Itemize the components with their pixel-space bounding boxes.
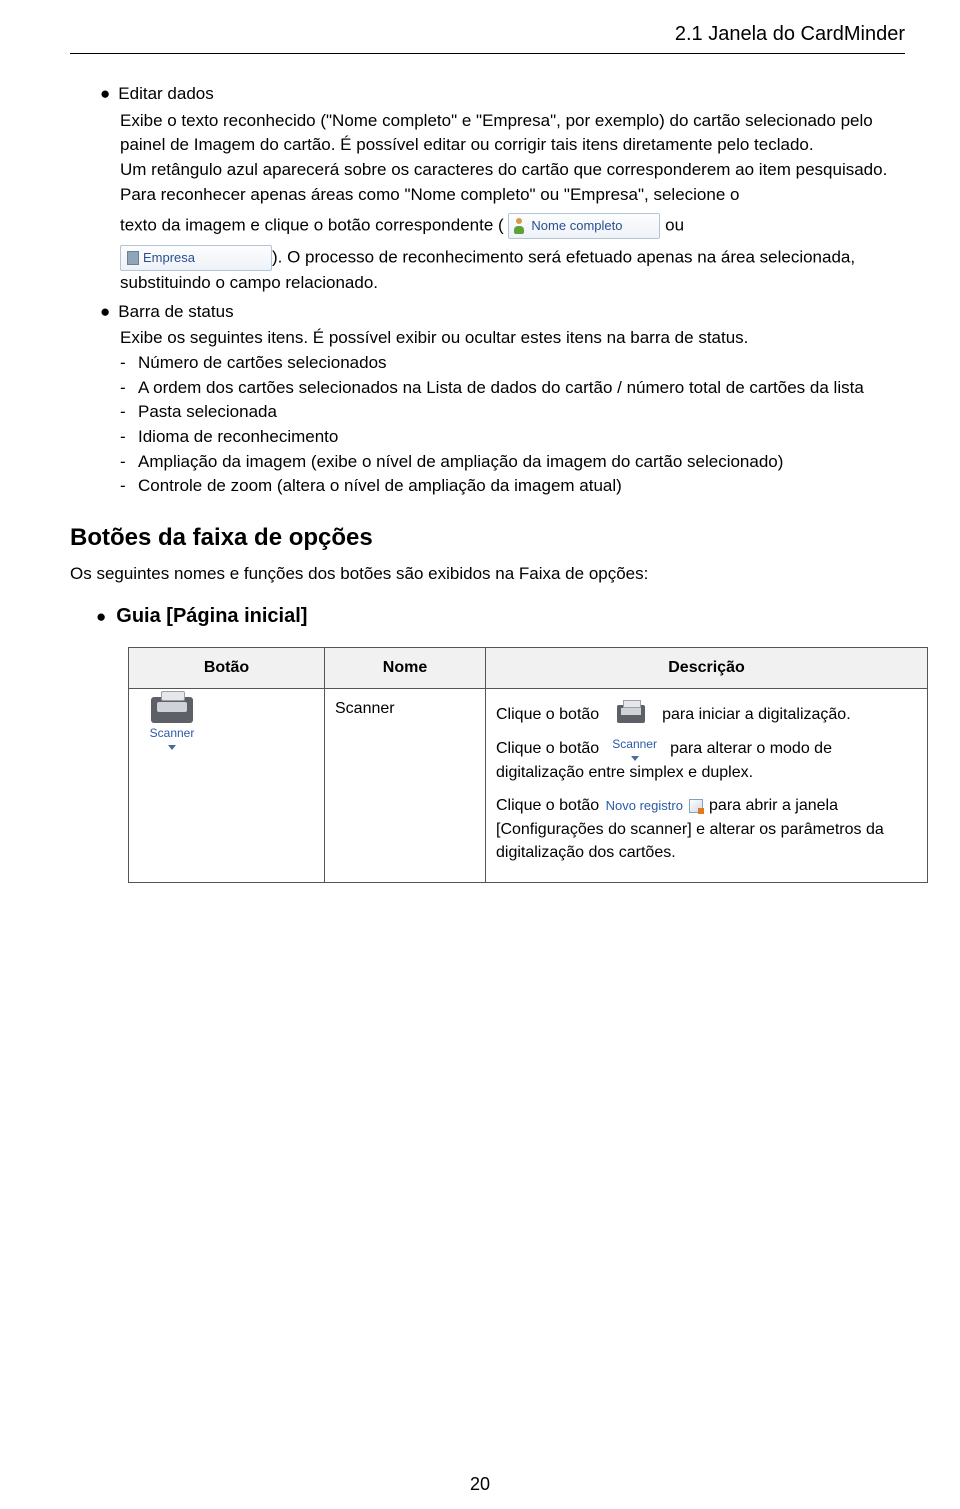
status-item-2: Pasta selecionada — [138, 400, 905, 425]
dash-icon: - — [120, 400, 138, 425]
scanner-dropdown-button[interactable]: Scanner — [604, 736, 666, 761]
bullet-icon: ● — [96, 605, 106, 630]
person-icon — [513, 218, 527, 234]
nome-completo-button[interactable]: Nome completo — [508, 213, 660, 239]
status-item-1: A ordem dos cartões selecionados na List… — [138, 376, 905, 401]
dialog-launcher-icon — [689, 799, 703, 813]
editar-p3b: texto da imagem e clique o botão corresp… — [120, 216, 504, 235]
scanner-label: Scanner — [150, 725, 195, 742]
section-header: 2.1 Janela do CardMinder — [70, 20, 905, 49]
dash-icon: - — [120, 425, 138, 450]
scanner-icon — [617, 705, 645, 723]
page-number: 20 — [0, 1471, 960, 1497]
empresa-button[interactable]: Empresa — [120, 245, 272, 271]
tab-pagina-inicial: Guia [Página inicial] — [116, 602, 307, 631]
status-intro: Exibe os seguintes itens. É possível exi… — [120, 326, 905, 351]
editar-p3a: Para reconhecer apenas áreas como "Nome … — [120, 183, 905, 208]
dash-icon: - — [120, 450, 138, 475]
row-nome: Scanner — [325, 688, 486, 882]
scanner-icon-button[interactable] — [604, 705, 658, 723]
d3a: Clique o botão — [496, 797, 604, 814]
ribbon-intro: Os seguintes nomes e funções dos botões … — [70, 562, 905, 587]
bullet-icon: ● — [100, 82, 110, 107]
bullet-icon: ● — [100, 300, 110, 325]
scanner-ribbon-button[interactable]: Scanner — [139, 697, 205, 750]
editar-dados-heading: Editar dados — [118, 82, 213, 107]
nome-completo-label: Nome completo — [531, 217, 622, 236]
th-nome: Nome — [325, 648, 486, 688]
novo-registro-button[interactable]: Novo registro — [604, 796, 705, 817]
scanner-icon — [151, 697, 193, 723]
editar-p1: Exibe o texto reconhecido ("Nome complet… — [120, 109, 905, 158]
status-item-5: Controle de zoom (altera o nível de ampl… — [138, 474, 905, 499]
status-item-4: Ampliação da imagem (exibe o nível de am… — [138, 450, 905, 475]
empresa-label: Empresa — [143, 249, 195, 268]
chevron-down-icon — [168, 745, 176, 750]
dash-icon: - — [120, 474, 138, 499]
d1b: para iniciar a digitalização. — [662, 706, 851, 723]
status-item-3: Idioma de reconhecimento — [138, 425, 905, 450]
table-row: Scanner Scanner Clique o botão para inic… — [129, 688, 928, 882]
chevron-down-icon — [631, 756, 639, 761]
d2a: Clique o botão — [496, 740, 604, 757]
ribbon-buttons-table: Botão Nome Descrição Scanner Scanner Cli… — [128, 647, 928, 883]
th-descricao: Descrição — [486, 648, 928, 688]
th-botao: Botão — [129, 648, 325, 688]
status-item-0: Número de cartões selecionados — [138, 351, 905, 376]
d1a: Clique o botão — [496, 706, 604, 723]
ribbon-heading: Botões da faixa de opções — [70, 521, 905, 556]
dash-icon: - — [120, 351, 138, 376]
dash-icon: - — [120, 376, 138, 401]
scanner-label: Scanner — [612, 736, 657, 753]
editar-p3c: ou — [665, 216, 684, 235]
novo-registro-label: Novo registro — [606, 798, 683, 813]
editar-p2: Um retângulo azul aparecerá sobre os car… — [120, 158, 905, 183]
barra-status-heading: Barra de status — [118, 300, 233, 325]
building-icon — [125, 251, 139, 265]
